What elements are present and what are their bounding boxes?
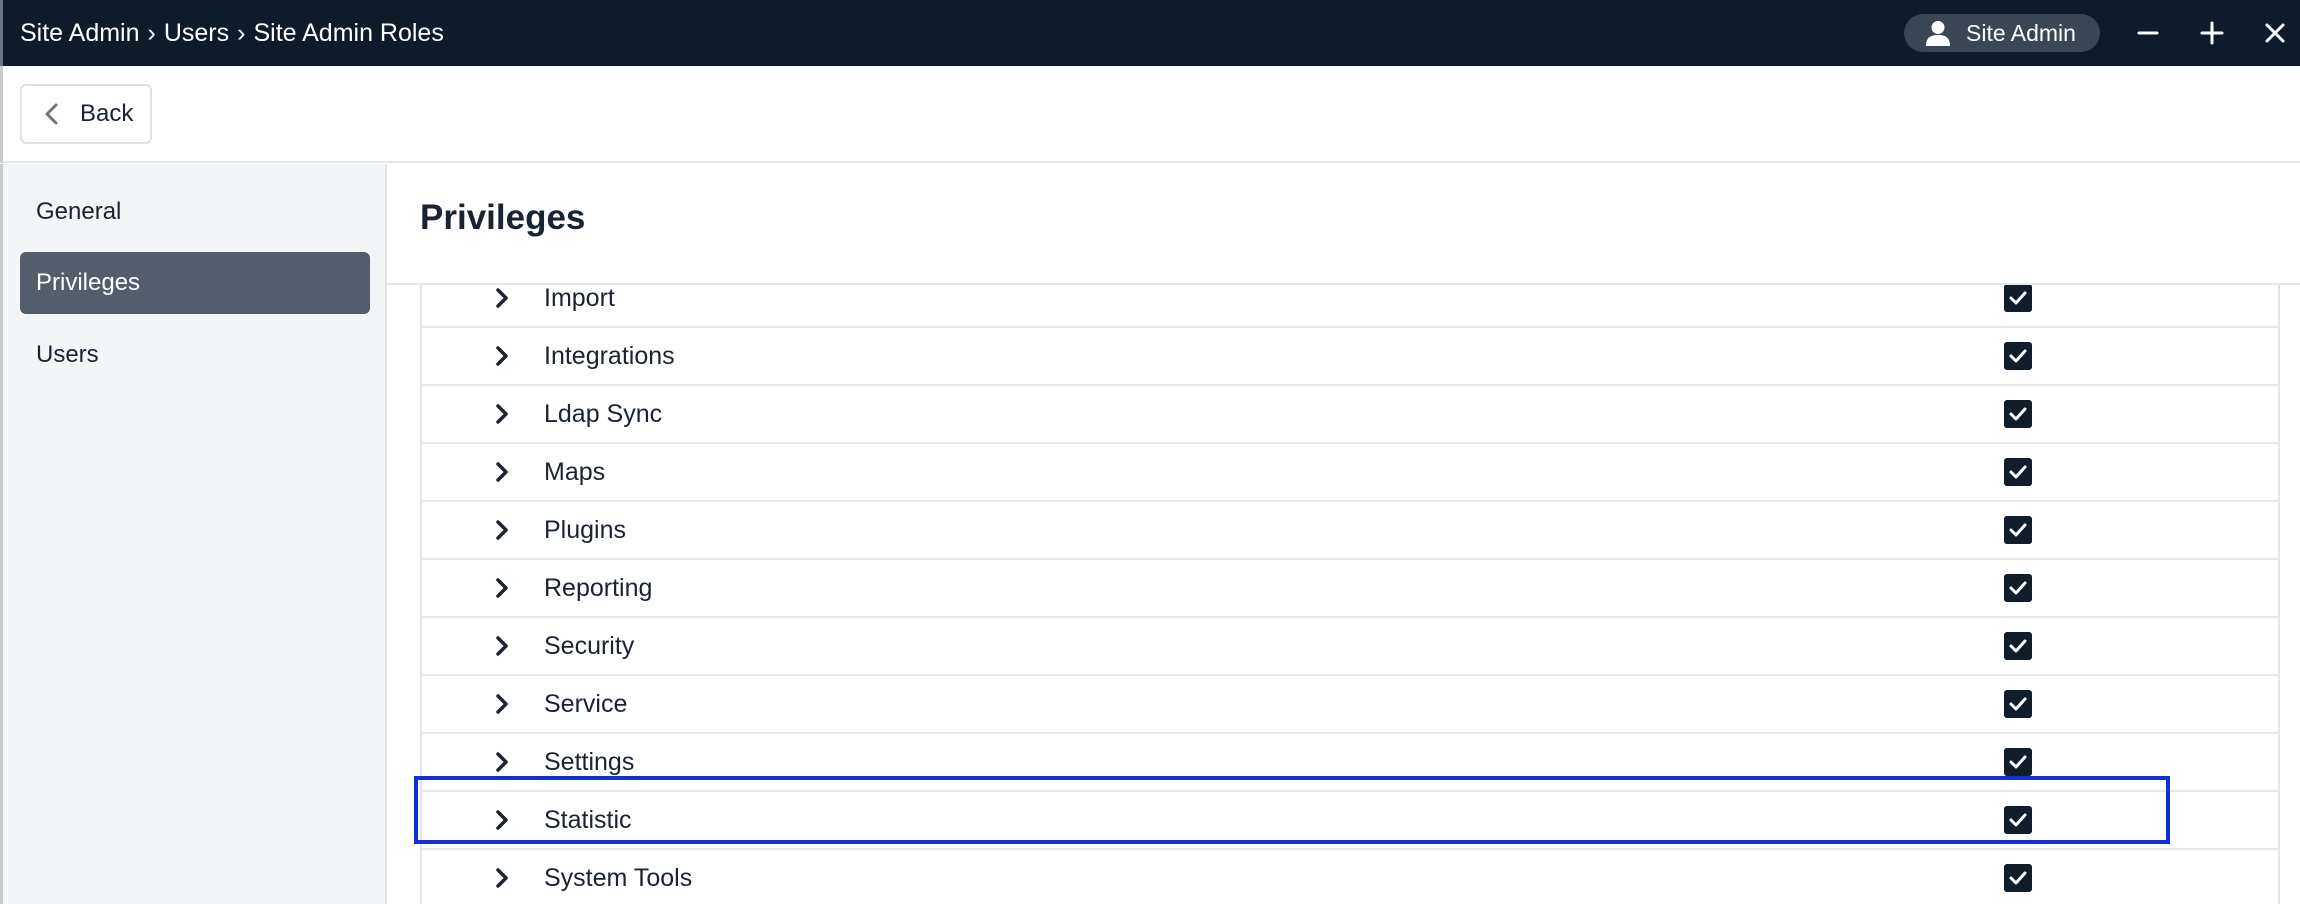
sidebar-item-label: General — [36, 198, 122, 225]
chevron-right-icon[interactable] — [494, 750, 510, 774]
breadcrumb-item-site-admin[interactable]: Site Admin — [20, 19, 140, 48]
checkmark-icon — [2009, 755, 2027, 769]
plus-icon — [2200, 21, 2224, 45]
back-button[interactable]: Back — [20, 84, 152, 144]
breadcrumb: Site Admin › Users › Site Admin Roles — [20, 0, 444, 66]
chevron-right-icon[interactable] — [494, 460, 510, 484]
sidebar-item-users[interactable]: Users — [20, 324, 370, 386]
checkmark-icon — [2009, 639, 2027, 653]
privilege-row-service[interactable]: Service — [422, 676, 2278, 734]
user-name-label: Site Admin — [1966, 19, 2076, 46]
privilege-checkbox[interactable] — [2004, 864, 2032, 892]
privilege-label: Maps — [544, 457, 606, 486]
chevron-right-icon[interactable] — [494, 402, 510, 426]
privilege-row-statistic[interactable]: Statistic — [422, 792, 2278, 850]
chevron-right-icon[interactable] — [494, 286, 510, 310]
privilege-label: Settings — [544, 747, 635, 776]
header-divider — [387, 283, 2300, 285]
privilege-row-ldap-sync[interactable]: Ldap Sync — [422, 386, 2278, 444]
main-header — [389, 164, 2300, 283]
privilege-checkbox[interactable] — [2004, 342, 2032, 370]
sidebar: General Privileges Users — [0, 164, 387, 904]
window-edge — [0, 66, 3, 163]
sidebar-item-privileges[interactable]: Privileges — [20, 252, 370, 314]
back-toolbar: Back — [0, 66, 2300, 163]
privilege-checkbox[interactable] — [2004, 748, 2032, 776]
maximize-button[interactable] — [2192, 12, 2232, 54]
checkmark-icon — [2009, 291, 2027, 305]
checkmark-icon — [2009, 871, 2027, 885]
privilege-row-plugins[interactable]: Plugins — [422, 502, 2278, 560]
window-edge — [0, 0, 3, 66]
chevron-right-icon[interactable] — [494, 808, 510, 832]
page-title: Privileges — [420, 198, 586, 237]
checkmark-icon — [2009, 581, 2027, 595]
minimize-icon — [2137, 31, 2159, 35]
privilege-label: System Tools — [544, 863, 693, 892]
privilege-label: Import — [544, 283, 615, 312]
checkmark-icon — [2009, 523, 2027, 537]
breadcrumb-item-users[interactable]: Users — [164, 19, 229, 48]
privilege-label: Ldap Sync — [544, 399, 663, 428]
chevron-right-icon[interactable] — [494, 866, 510, 890]
close-button[interactable] — [2255, 12, 2295, 54]
privilege-checkbox[interactable] — [2004, 284, 2032, 312]
chevron-right-icon[interactable] — [494, 692, 510, 716]
privilege-row-security[interactable]: Security — [422, 618, 2278, 676]
checkmark-icon — [2009, 349, 2027, 363]
privilege-row-integrations[interactable]: Integrations — [422, 328, 2278, 386]
back-button-label: Back — [80, 100, 134, 127]
privilege-row-settings[interactable]: Settings — [422, 734, 2278, 792]
chevron-right-icon[interactable] — [494, 634, 510, 658]
privilege-row-maps[interactable]: Maps — [422, 444, 2278, 502]
chevron-right-icon[interactable] — [494, 518, 510, 542]
checkmark-icon — [2009, 697, 2027, 711]
privilege-checkbox[interactable] — [2004, 632, 2032, 660]
privilege-checkbox[interactable] — [2004, 690, 2032, 718]
chevron-right-icon[interactable] — [494, 344, 510, 368]
privilege-checkbox[interactable] — [2004, 574, 2032, 602]
checkmark-icon — [2009, 407, 2027, 421]
checkmark-icon — [2009, 813, 2027, 827]
sidebar-item-label: Users — [36, 341, 99, 368]
privilege-checkbox[interactable] — [2004, 516, 2032, 544]
breadcrumb-separator: › — [147, 18, 156, 47]
chevron-left-icon — [45, 103, 58, 125]
privileges-list[interactable]: Import Integrations Ldap Sync Maps Plugi… — [420, 270, 2280, 904]
breadcrumb-separator: › — [237, 18, 246, 47]
privilege-checkbox[interactable] — [2004, 400, 2032, 428]
sidebar-item-general[interactable]: General — [20, 181, 370, 243]
privilege-checkbox[interactable] — [2004, 806, 2032, 834]
breadcrumb-item-current: Site Admin Roles — [253, 18, 444, 47]
user-icon — [1926, 21, 1950, 46]
privilege-checkbox[interactable] — [2004, 458, 2032, 486]
minimize-button[interactable] — [2128, 12, 2168, 54]
privilege-label: Reporting — [544, 573, 653, 602]
privilege-label: Integrations — [544, 341, 675, 370]
user-menu-button[interactable]: Site Admin — [1904, 14, 2100, 52]
privilege-label: Plugins — [544, 515, 626, 544]
checkmark-icon — [2009, 465, 2027, 479]
window-edge — [0, 164, 3, 904]
privilege-label: Service — [544, 689, 628, 718]
close-icon — [2265, 23, 2285, 43]
sidebar-item-label: Privileges — [36, 269, 141, 296]
privilege-label: Security — [544, 631, 635, 660]
title-bar: Site Admin › Users › Site Admin Roles Si… — [0, 0, 2300, 66]
chevron-right-icon[interactable] — [494, 576, 510, 600]
privilege-label: Statistic — [544, 805, 632, 834]
privilege-row-reporting[interactable]: Reporting — [422, 560, 2278, 618]
privilege-row-system-tools[interactable]: System Tools — [422, 850, 2278, 904]
